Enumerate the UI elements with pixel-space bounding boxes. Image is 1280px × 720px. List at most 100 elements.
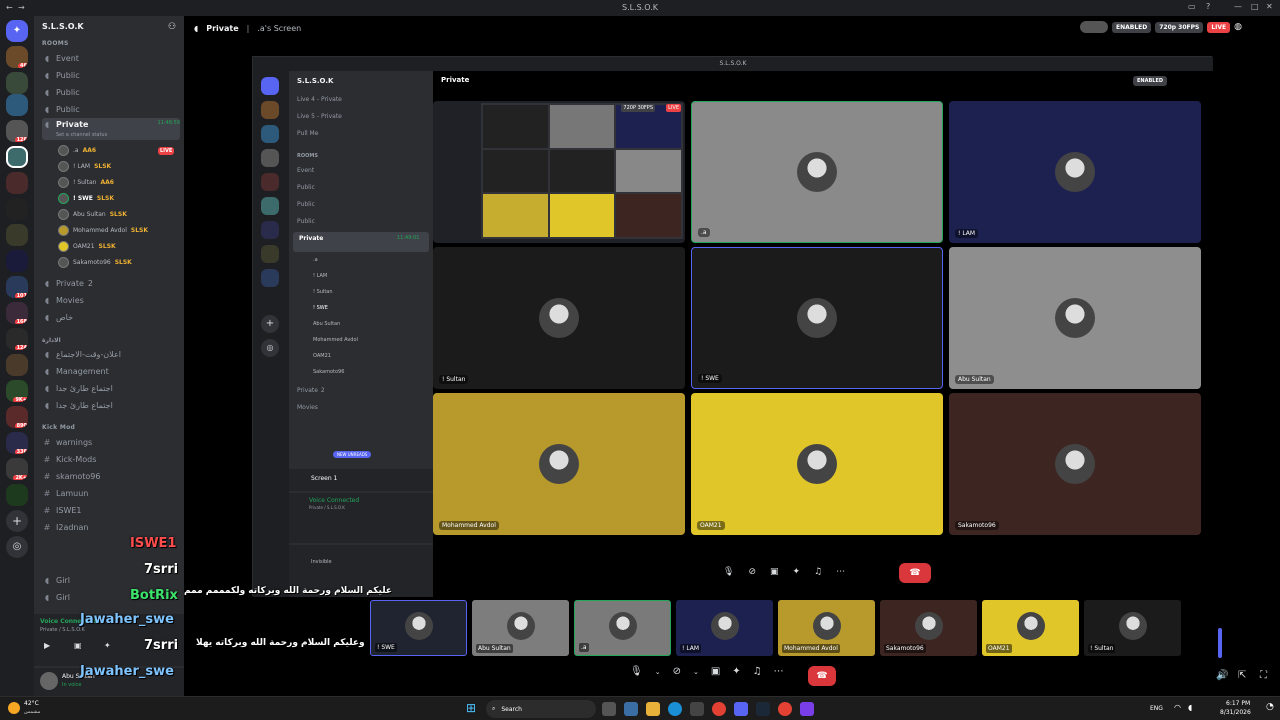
server-icon[interactable] <box>6 94 28 116</box>
voice-user[interactable]: ! Sultan AA6 <box>58 175 114 190</box>
soundboard-icon[interactable]: ♫ <box>753 666 762 677</box>
maximize-icon[interactable]: □ <box>1251 2 1259 11</box>
chrome-icon[interactable] <box>712 702 726 716</box>
inbox-icon[interactable]: ▭ <box>1188 2 1196 11</box>
windows-start-icon[interactable]: ⊞ <box>466 702 476 714</box>
participant-thumbnail[interactable]: Mohammed Avdol <box>778 600 875 656</box>
chevron-down-icon[interactable]: ⌄ <box>693 668 699 676</box>
forward-icon[interactable]: → <box>18 3 25 12</box>
server-name[interactable]: S.L.S.O.K <box>42 22 84 31</box>
server-icon[interactable]: 890 <box>6 406 28 428</box>
clock-date[interactable]: 8/31/2026 <box>1220 709 1251 716</box>
store-icon[interactable] <box>690 702 704 716</box>
participant-thumbnail[interactable]: Sakamoto96 <box>880 600 977 656</box>
participant-avatars[interactable] <box>1080 21 1108 33</box>
server-icon[interactable]: 124 <box>6 328 28 350</box>
enabled-badge[interactable]: ENABLED <box>1112 21 1152 33</box>
category-rooms[interactable]: ROOMS <box>42 40 69 47</box>
back-icon[interactable]: ← <box>6 3 13 12</box>
add-member-icon[interactable]: ⚇ <box>168 22 176 32</box>
server-icon[interactable] <box>6 250 28 272</box>
text-channel[interactable]: # Kick-Mods <box>42 451 180 467</box>
steam-icon[interactable] <box>756 702 770 716</box>
text-channel[interactable]: # warnings <box>42 434 180 450</box>
text-channel[interactable]: # I2adnan <box>42 519 180 535</box>
voice-user[interactable]: OAM21 SLSK <box>58 239 116 254</box>
participant-thumbnail[interactable]: OAM21 <box>982 600 1079 656</box>
category-kick[interactable]: Kick Mod <box>42 424 75 431</box>
chevron-down-icon[interactable]: ⌄ <box>655 668 661 676</box>
chat-icon[interactable]: ◍ <box>1234 22 1242 32</box>
text-channel[interactable]: # Lamuun <box>42 485 180 501</box>
voice-user[interactable]: ! LAM SLSK <box>58 159 111 174</box>
channel-item[interactable]: ◖ اجتماع طارئ جدا <box>42 397 180 413</box>
add-server-icon[interactable]: + <box>6 510 28 532</box>
fullscreen-icon[interactable]: ⛶ <box>1260 670 1267 681</box>
app-icon[interactable] <box>624 702 638 716</box>
participant-thumbnail[interactable]: ! Sultan <box>1084 600 1181 656</box>
minimize-icon[interactable]: — <box>1234 2 1242 11</box>
mic-icon[interactable]: 🎙 <box>630 666 643 677</box>
server-icon[interactable]: 168 <box>6 302 28 324</box>
server-icon[interactable]: 101 <box>6 276 28 298</box>
voice-user[interactable]: Abu Sultan SLSK <box>58 207 127 222</box>
activity-icon[interactable]: ✦ <box>732 666 740 677</box>
task-view-icon[interactable] <box>602 702 616 716</box>
popout-icon[interactable]: ⇱ <box>1238 670 1246 681</box>
weather-temp[interactable]: 42°C <box>24 700 39 707</box>
channel-item[interactable]: ◖ Public <box>42 101 180 117</box>
server-icon[interactable]: 126 <box>6 120 28 142</box>
text-channel[interactable]: # ISWE1 <box>42 502 180 518</box>
channel-item[interactable]: ◖ Movies <box>42 292 180 308</box>
voice-user[interactable]: ! SWE SLSK <box>58 191 114 206</box>
server-icon-active[interactable] <box>6 146 28 168</box>
notification-icon[interactable]: ◔ <box>1266 702 1274 712</box>
category-admin[interactable]: الادارة <box>42 337 61 344</box>
app-icon[interactable] <box>800 702 814 716</box>
channel-item[interactable]: ◖ خاص <box>42 309 180 325</box>
stream-view[interactable]: S.L.S.O.K + ◎ S.L.S.O.K Live 4 - Private… <box>252 56 1213 597</box>
speaker-icon[interactable]: ◖ <box>1188 703 1192 712</box>
volume-icon[interactable]: 🔊 <box>1216 670 1228 681</box>
server-icon[interactable] <box>6 72 28 94</box>
participant-thumbnail[interactable]: Abu Sultan <box>472 600 569 656</box>
server-icon[interactable] <box>6 172 28 194</box>
discord-home-icon[interactable]: ✦ <box>6 20 28 42</box>
participant-thumbnail[interactable]: ! LAM <box>676 600 773 656</box>
weather-icon[interactable] <box>8 702 20 714</box>
hangup-button[interactable]: ☎ <box>808 666 836 686</box>
taskbar-search[interactable]: ⌕ Search <box>486 700 596 718</box>
server-icon[interactable] <box>6 224 28 246</box>
scrollbar[interactable] <box>1218 628 1222 658</box>
help-icon[interactable]: ? <box>1206 2 1210 11</box>
language-indicator[interactable]: ENG <box>1150 705 1163 712</box>
discord-app-icon[interactable] <box>734 702 748 716</box>
participant-thumbnail[interactable]: .a <box>574 600 671 656</box>
channel-item[interactable]: ◖ Public <box>42 84 180 100</box>
voice-user[interactable]: Mohammed Avdol SLSK <box>58 223 148 238</box>
voice-user[interactable]: .a AA6 LIVE <box>58 143 175 158</box>
channel-item[interactable]: ◖ Public <box>42 67 180 83</box>
voice-user[interactable]: Sakamoto96 SLSK <box>58 255 132 270</box>
participant-thumbnail[interactable]: ! SWE <box>370 600 467 656</box>
server-icon[interactable]: 2K+ <box>6 458 28 480</box>
clock-time[interactable]: 6:17 PM <box>1226 700 1250 707</box>
server-icon[interactable] <box>6 198 28 220</box>
wifi-icon[interactable]: ◠ <box>1174 703 1181 712</box>
more-icon[interactable]: ⋯ <box>774 666 784 677</box>
server-icon[interactable] <box>6 484 28 506</box>
server-icon[interactable]: 46 <box>6 46 28 68</box>
channel-item[interactable]: ◖ اعلان-وقت-الاجتماع <box>42 346 180 362</box>
channel-item[interactable]: ◖ Management <box>42 363 180 379</box>
screen-share-icon[interactable]: ▣ <box>711 666 720 677</box>
text-channel[interactable]: # skamoto96 <box>42 468 180 484</box>
channel-item[interactable]: ◖ Private 2 <box>42 275 180 291</box>
server-icon[interactable]: 336 <box>6 432 28 454</box>
server-icon[interactable] <box>6 354 28 376</box>
chrome-icon[interactable] <box>778 702 792 716</box>
file-explorer-icon[interactable] <box>646 702 660 716</box>
channel-status[interactable]: Set a channel status <box>56 132 107 138</box>
close-icon[interactable]: ✕ <box>1266 2 1273 11</box>
discover-icon[interactable]: ◎ <box>6 536 28 558</box>
edge-icon[interactable] <box>668 702 682 716</box>
